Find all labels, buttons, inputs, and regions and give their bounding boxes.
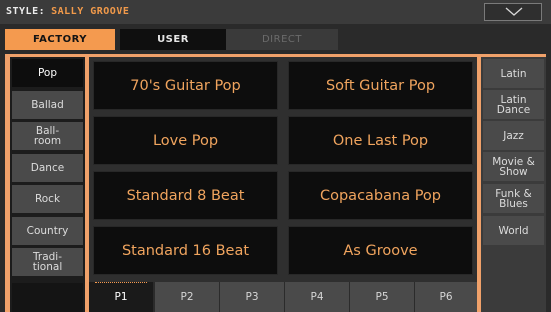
category-rock[interactable]: Rock [12, 185, 83, 213]
style-button-standard-16-beat[interactable]: Standard 16 Beat [93, 226, 278, 275]
category-traditional[interactable]: Tradi- tional [12, 248, 83, 276]
current-style-title: STYLE: SALLY GROOVE [6, 6, 129, 17]
style-button-copacabana-pop[interactable]: Copacabana Pop [288, 171, 473, 220]
style-menu-dropdown[interactable] [484, 3, 542, 21]
category-funk-blues[interactable]: Funk & Blues [483, 184, 544, 213]
page-button-p2[interactable]: P2 [155, 282, 219, 312]
category-movie-show[interactable]: Movie & Show [483, 152, 544, 181]
style-name: SALLY GROOVE [51, 6, 130, 17]
category-ballad[interactable]: Ballad [12, 91, 83, 119]
left-column-blank [12, 283, 83, 312]
style-button-70s-guitar-pop[interactable]: 70's Guitar Pop [93, 61, 278, 110]
style-button-one-last-pop[interactable]: One Last Pop [288, 116, 473, 165]
page-button-p4[interactable]: P4 [285, 282, 349, 312]
page-button-p5[interactable]: P5 [350, 282, 414, 312]
category-world[interactable]: World [483, 216, 544, 245]
tab-factory[interactable]: FACTORY [5, 29, 115, 50]
category-jazz[interactable]: Jazz [483, 121, 544, 150]
page-button-p1[interactable]: P1 [89, 282, 153, 312]
chevron-down-icon [505, 7, 523, 16]
category-pop[interactable]: Pop [12, 59, 83, 87]
category-latin-dance[interactable]: Latin Dance [483, 90, 544, 119]
style-header-bar: STYLE: SALLY GROOVE [0, 0, 551, 24]
page-button-p6[interactable]: P6 [415, 282, 477, 312]
style-button-soft-guitar-pop[interactable]: Soft Guitar Pop [288, 61, 473, 110]
page-button-p3[interactable]: P3 [220, 282, 284, 312]
tab-user[interactable]: USER [120, 29, 226, 50]
style-label: STYLE: [6, 6, 46, 17]
category-dance[interactable]: Dance [12, 154, 83, 182]
style-button-love-pop[interactable]: Love Pop [93, 116, 278, 165]
tab-direct[interactable]: DIRECT [226, 29, 338, 50]
style-button-as-groove[interactable]: As Groove [288, 226, 473, 275]
style-button-standard-8-beat[interactable]: Standard 8 Beat [93, 171, 278, 220]
category-country[interactable]: Country [12, 217, 83, 245]
category-ballroom[interactable]: Ball- room [12, 122, 83, 150]
category-latin[interactable]: Latin [483, 59, 544, 88]
